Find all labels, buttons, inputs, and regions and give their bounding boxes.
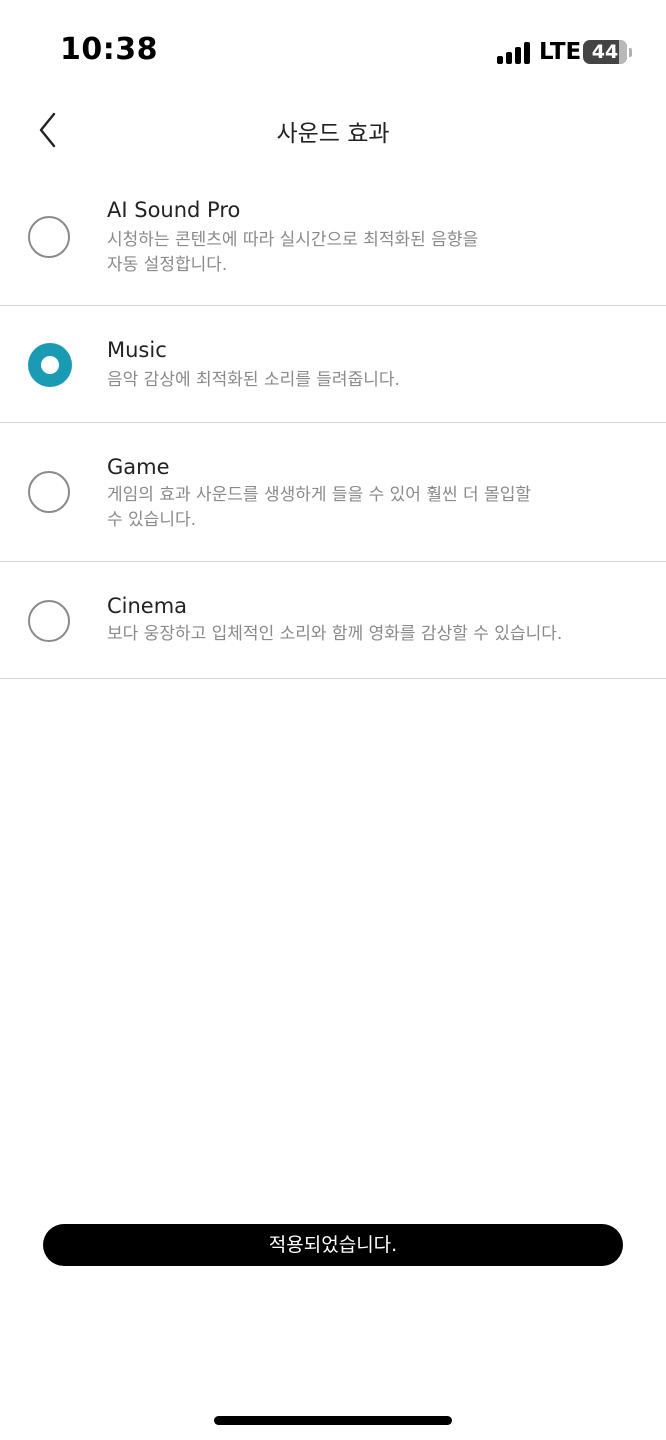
description-line: 게임의 효과 사운드를 생생하게 들을 수 있어 훨씬 더 몰입할 <box>107 485 531 505</box>
header: 사운드 효과 <box>0 100 666 160</box>
radio-button-unselected[interactable] <box>28 216 70 258</box>
signal-strength-icon <box>497 42 533 64</box>
description-line: 시청하는 콘텐츠에 따라 실시간으로 최적화된 음향을 <box>107 230 479 250</box>
page-title: 사운드 효과 <box>276 121 390 147</box>
option-title: AI Sound Pro <box>107 198 241 222</box>
option-description: 시청하는 콘텐츠에 따라 실시간으로 최적화된 음향을 자동 설정합니다. <box>107 228 587 278</box>
description-line: 음악 감상에 최적화된 소리를 들려줍니다. <box>107 370 400 390</box>
battery-level: 44 <box>591 41 619 63</box>
option-title: Music <box>107 338 167 362</box>
option-description: 음악 감상에 최적화된 소리를 들려줍니다. <box>107 368 587 393</box>
radio-button-selected[interactable] <box>28 343 72 387</box>
radio-button-unselected[interactable] <box>28 600 70 642</box>
description-line: 보다 웅장하고 입체적인 소리와 함께 영화를 감상할 수 있습니다. <box>107 624 563 644</box>
battery-tip <box>629 48 632 57</box>
option-music[interactable]: Music 음악 감상에 최적화된 소리를 들려줍니다. <box>0 306 666 423</box>
radio-button-unselected[interactable] <box>28 471 70 513</box>
network-type-label: LTE <box>539 39 582 65</box>
option-description: 보다 웅장하고 입체적인 소리와 함께 영화를 감상할 수 있습니다. <box>107 622 587 647</box>
option-title: Game <box>107 455 170 479</box>
battery-icon: 44 <box>583 40 627 64</box>
sound-effect-screen: 10:38 LTE 44 사운드 효과 AI Sound Pro 시청하는 콘텐… <box>0 0 666 1440</box>
status-bar: 10:38 LTE 44 <box>0 0 666 100</box>
home-indicator[interactable] <box>214 1416 452 1425</box>
option-title: Cinema <box>107 594 188 618</box>
toast-message: 적용되었습니다. <box>43 1224 623 1266</box>
description-line: 자동 설정합니다. <box>107 255 228 275</box>
option-game[interactable]: Game 게임의 효과 사운드를 생생하게 들을 수 있어 훨씬 더 몰입할 수… <box>0 423 666 562</box>
option-cinema[interactable]: Cinema 보다 웅장하고 입체적인 소리와 함께 영화를 감상할 수 있습니… <box>0 562 666 679</box>
option-description: 게임의 효과 사운드를 생생하게 들을 수 있어 훨씬 더 몰입할 수 있습니다… <box>107 483 587 533</box>
description-line: 수 있습니다. <box>107 510 197 530</box>
status-time: 10:38 <box>60 32 158 67</box>
option-ai-sound-pro[interactable]: AI Sound Pro 시청하는 콘텐츠에 따라 실시간으로 최적화된 음향을… <box>0 160 666 306</box>
